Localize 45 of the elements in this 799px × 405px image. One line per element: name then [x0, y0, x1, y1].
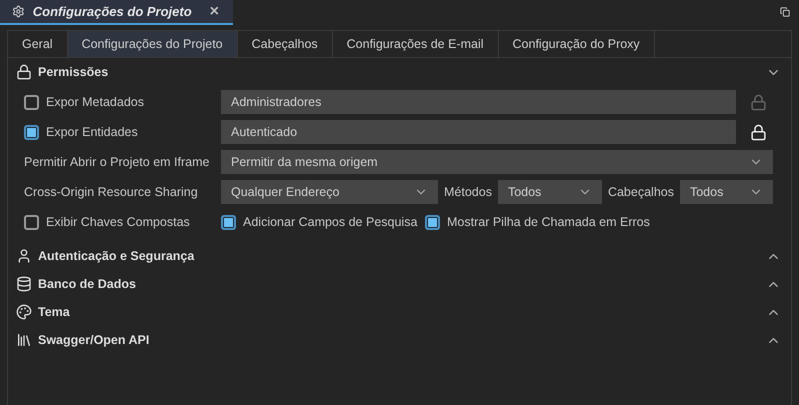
methods-select[interactable]: Todos	[498, 180, 602, 204]
field-label: Cabeçalhos	[608, 185, 674, 199]
role-field[interactable]: Administradores	[221, 90, 736, 114]
section-header[interactable]: Permissões	[8, 58, 791, 86]
section-title: Banco de Dados	[38, 277, 137, 291]
checkbox-label: Expor Metadados	[46, 95, 144, 109]
settings-tab[interactable]: Cabeçalhos	[238, 31, 333, 57]
user-icon	[16, 248, 32, 264]
checkbox[interactable]	[221, 214, 236, 230]
section-header[interactable]: Autenticação e Segurança	[8, 242, 791, 270]
books-icon	[16, 332, 32, 348]
field-label: Permitir Abrir o Projeto em Iframe	[24, 155, 210, 169]
settings-tab[interactable]: Configuração do Proxy	[498, 31, 655, 57]
headers-select[interactable]: Todos	[680, 180, 773, 204]
field-label: Cross-Origin Resource Sharing	[24, 185, 198, 199]
database-icon	[16, 276, 32, 292]
section-title: Permissões	[38, 65, 110, 79]
section-title: Tema	[38, 305, 71, 319]
section-header[interactable]: Tema	[8, 298, 791, 326]
section-header[interactable]: Banco de Dados	[8, 270, 791, 298]
document-title: Configurações do Projeto	[32, 4, 192, 19]
cors-select[interactable]: Qualquer Endereço	[221, 180, 438, 204]
section-header[interactable]: Swagger/Open API	[8, 326, 791, 354]
settings-tab[interactable]: Configurações de E-mail	[332, 31, 499, 57]
checkbox[interactable]	[24, 94, 39, 110]
settings-icon	[12, 3, 25, 20]
field-label: Métodos	[444, 185, 492, 199]
checkbox[interactable]	[425, 214, 440, 230]
iframe-select[interactable]: Permitir da mesma origem	[221, 150, 773, 174]
lock-icon[interactable]	[750, 124, 767, 140]
role-field[interactable]: Autenticado	[221, 120, 736, 144]
section-title: Autenticação e Segurança	[38, 249, 196, 263]
settings-tab[interactable]: Configurações do Projeto	[68, 31, 238, 57]
palette-icon	[16, 304, 32, 320]
close-button[interactable]: ×	[208, 2, 221, 20]
restore-window-icon[interactable]	[780, 7, 790, 17]
checkbox[interactable]	[24, 124, 39, 140]
lock-icon	[16, 64, 32, 80]
section-title: Swagger/Open API	[38, 333, 150, 347]
checkbox-label: Exibir Chaves Compostas	[46, 215, 190, 229]
checkbox-label: Adicionar Campos de Pesquisa	[243, 215, 418, 229]
document-tab[interactable]: Configurações do Projeto ×	[0, 0, 233, 25]
checkbox[interactable]	[24, 214, 39, 230]
checkbox-label: Expor Entidades	[46, 125, 138, 139]
checkbox-label: Mostrar Pilha de Chamada em Erros	[447, 215, 650, 229]
